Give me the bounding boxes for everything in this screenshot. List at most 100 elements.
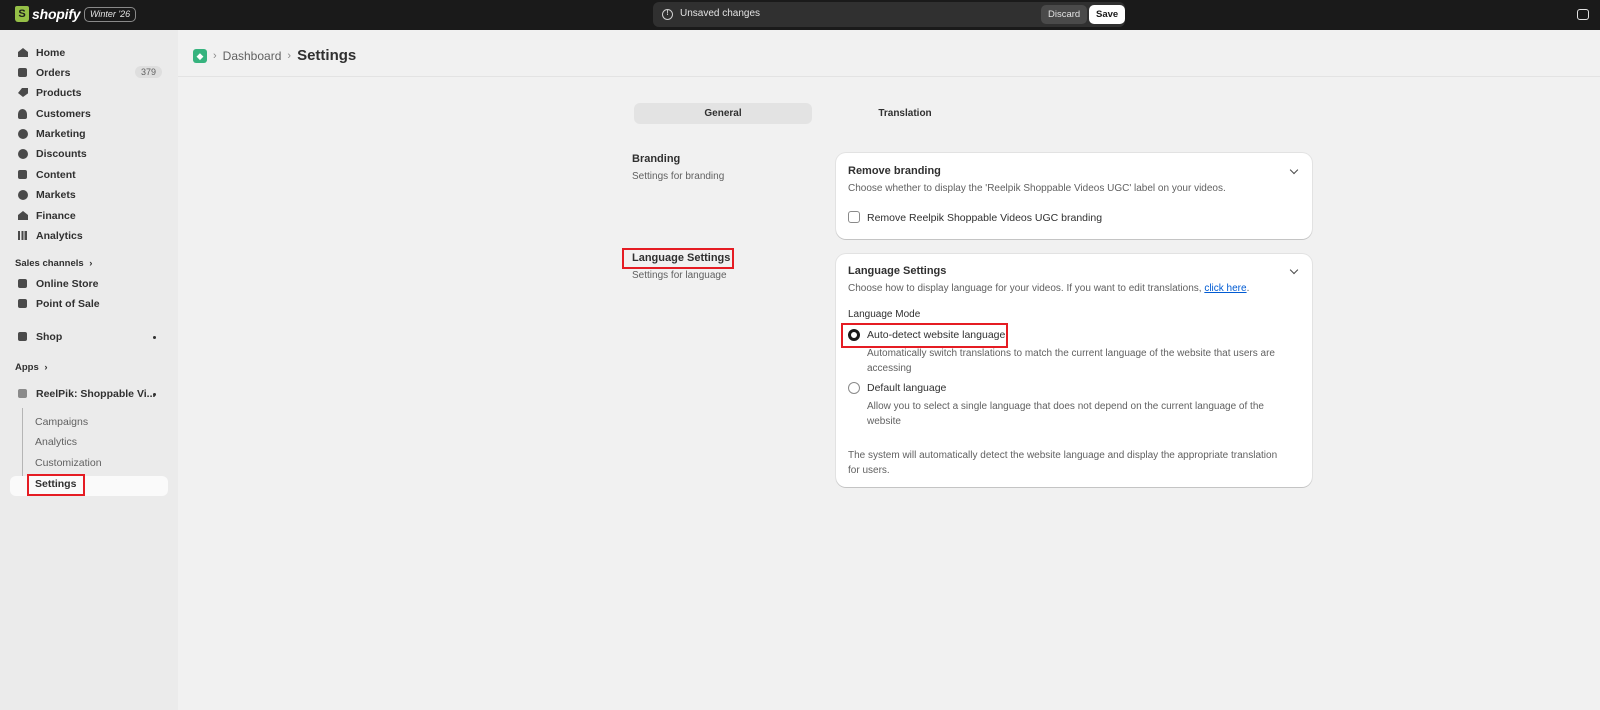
remove-branding-checkbox[interactable] <box>848 211 860 223</box>
content-icon <box>18 170 28 180</box>
bar-chart-icon <box>18 231 28 241</box>
sidebar-item-shop[interactable]: Shop <box>10 327 168 347</box>
sidebar-item-label: Markets <box>36 189 76 201</box>
sidebar: Home Orders 379 Products Customers Marke… <box>0 30 178 710</box>
person-icon <box>18 109 28 119</box>
highlight-box-auto-detect <box>841 323 1008 348</box>
sidebar-item-label: Analytics <box>36 230 83 242</box>
language-section-desc: Settings for language <box>632 270 727 281</box>
globe-icon <box>18 190 28 200</box>
language-settings-card: Language Settings Choose how to display … <box>836 254 1312 487</box>
language-card-desc-text: Choose how to display language for your … <box>848 283 1205 294</box>
edition-badge: Winter '26 <box>84 7 137 22</box>
branding-section-title: Branding <box>632 153 681 165</box>
orders-icon <box>18 68 28 78</box>
sales-channels-label: Sales channels <box>15 258 84 269</box>
chevron-right-icon: › <box>89 258 93 269</box>
sidebar-item-online-store[interactable]: Online Store <box>10 274 168 294</box>
sidebar-item-point-of-sale[interactable]: Point of Sale <box>10 294 168 314</box>
main-frame: Home Orders 379 Products Customers Marke… <box>0 30 1600 710</box>
remove-branding-title: Remove branding <box>848 165 941 177</box>
sidebar-item-label: Marketing <box>36 128 86 140</box>
chevron-down-icon[interactable] <box>1289 165 1299 175</box>
apps-heading[interactable]: Apps › <box>15 362 48 373</box>
sidebar-subitem-analytics[interactable]: Analytics <box>35 436 77 448</box>
reelpik-app-icon[interactable]: ◆ <box>193 48 207 63</box>
sidebar-item-discounts[interactable]: Discounts <box>10 144 168 164</box>
auto-detect-desc-line-2: accessing <box>867 363 912 374</box>
sidebar-item-products[interactable]: Products <box>10 83 168 103</box>
tab-translation[interactable]: Translation <box>816 103 994 124</box>
sidebar-item-label: Customers <box>36 108 91 120</box>
chevron-right-icon: › <box>44 362 48 373</box>
remove-branding-desc: Choose whether to display the 'Reelpik S… <box>848 183 1226 194</box>
sidebar-item-content[interactable]: Content <box>10 165 168 185</box>
highlight-box-settings <box>27 474 85 496</box>
language-footer-line-2: for users. <box>848 465 890 476</box>
language-card-desc-end: . <box>1246 283 1250 294</box>
pin-dot-icon <box>153 393 156 396</box>
discard-button[interactable]: Discard <box>1041 5 1088 24</box>
default-language-desc-line-1: Allow you to select a single language th… <box>867 401 1264 412</box>
language-card-title: Language Settings <box>848 265 947 277</box>
shop-icon <box>18 332 28 342</box>
save-button[interactable]: Save <box>1089 5 1126 24</box>
language-mode-label: Language Mode <box>848 309 921 320</box>
sidebar-item-label: Online Store <box>36 278 99 290</box>
sales-channels-heading[interactable]: Sales channels › <box>15 258 92 269</box>
pin-dot-icon <box>153 336 156 339</box>
store-account-icon[interactable] <box>1577 9 1589 20</box>
discount-icon <box>18 149 28 159</box>
sidebar-item-label: Content <box>36 169 76 181</box>
sidebar-item-analytics[interactable]: Analytics <box>10 226 168 246</box>
tab-general[interactable]: General <box>634 103 812 124</box>
header-divider <box>178 76 1600 77</box>
default-language-label[interactable]: Default language <box>867 382 946 394</box>
default-language-desc-line-2: website <box>867 416 901 427</box>
sidebar-item-label: Discounts <box>36 148 87 160</box>
orders-count-badge: 379 <box>134 66 162 78</box>
unsaved-changes-bar: ! Unsaved changes Discard Save <box>653 2 1126 27</box>
sidebar-item-label: ReelPik: Shoppable Vi... <box>36 388 156 400</box>
shopify-bag-icon: S <box>15 6 29 22</box>
branding-section-desc: Settings for branding <box>632 171 725 182</box>
breadcrumb-dashboard-link[interactable]: Dashboard <box>223 49 282 63</box>
sidebar-item-markets[interactable]: Markets <box>10 185 168 205</box>
warning-icon: ! <box>662 9 673 20</box>
sidebar-item-finance[interactable]: Finance <box>10 206 168 226</box>
breadcrumb: ◆ › Dashboard › Settings <box>193 47 356 64</box>
page-title: Settings <box>297 47 357 64</box>
store-icon <box>18 279 28 289</box>
target-icon <box>18 129 28 139</box>
sidebar-subitem-customization[interactable]: Customization <box>35 457 102 469</box>
sidebar-item-label: Shop <box>36 331 63 343</box>
sidebar-item-label: Orders <box>36 67 71 79</box>
sidebar-item-reelpik-app[interactable]: ReelPik: Shoppable Vi... <box>10 384 168 404</box>
default-language-radio[interactable] <box>848 382 860 394</box>
click-here-link[interactable]: click here <box>1204 283 1246 294</box>
auto-detect-desc-line-1: Automatically switch translations to mat… <box>867 348 1275 359</box>
remove-branding-card: Remove branding Choose whether to displa… <box>836 153 1312 239</box>
sidebar-item-customers[interactable]: Customers <box>10 104 168 124</box>
language-footer-line-1: The system will automatically detect the… <box>848 450 1278 461</box>
sidebar-subitem-campaigns[interactable]: Campaigns <box>35 416 88 428</box>
sidebar-item-label: Products <box>36 87 82 99</box>
chevron-down-icon[interactable] <box>1289 265 1299 275</box>
sidebar-item-home[interactable]: Home <box>10 43 168 63</box>
home-icon <box>18 48 28 58</box>
top-bar: S shopify Winter '26 ! Unsaved changes D… <box>0 0 1600 30</box>
language-card-desc: Choose how to display language for your … <box>848 281 1249 296</box>
pos-icon <box>18 299 28 309</box>
reelpik-app-icon <box>18 389 28 399</box>
sidebar-item-label: Point of Sale <box>36 298 100 310</box>
apps-label: Apps <box>15 362 39 373</box>
sidebar-item-label: Finance <box>36 210 76 222</box>
highlight-box-language-settings <box>622 248 734 269</box>
sidebar-item-orders[interactable]: Orders 379 <box>10 63 168 83</box>
shopify-wordmark: shopify <box>32 6 81 22</box>
unsaved-changes-text: Unsaved changes <box>680 8 761 19</box>
shopify-logo[interactable]: S shopify <box>15 6 81 22</box>
sidebar-item-marketing[interactable]: Marketing <box>10 124 168 144</box>
sidebar-item-label: Home <box>36 47 66 59</box>
remove-branding-checkbox-label[interactable]: Remove Reelpik Shoppable Videos UGC bran… <box>867 212 1102 224</box>
